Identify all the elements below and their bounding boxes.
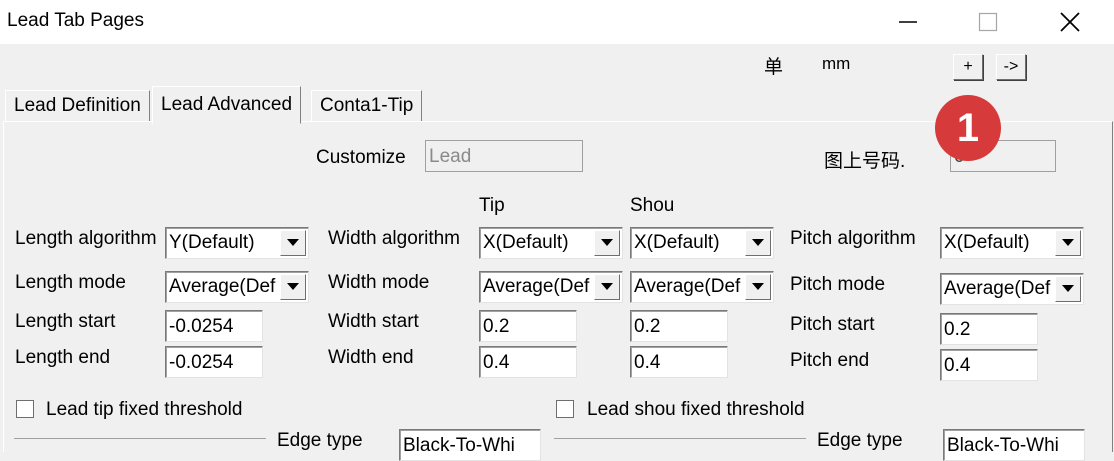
chevron-down-icon[interactable] <box>594 230 620 256</box>
edge-type-left-label: Edge type <box>277 430 363 451</box>
title-bar <box>0 0 1114 44</box>
length-mode-select[interactable]: Average(Def <box>165 271 309 303</box>
group-divider <box>554 438 806 439</box>
chevron-down-icon[interactable] <box>594 274 620 300</box>
width-start-label: Width start <box>328 311 419 332</box>
next-button[interactable]: -> <box>996 54 1026 80</box>
width-mode-shou-select[interactable]: Average(Def <box>630 271 774 303</box>
length-start-label: Length start <box>15 311 116 332</box>
tab-label: Lead Advanced <box>161 94 293 115</box>
tab-label: Lead Definition <box>14 95 141 116</box>
chevron-down-icon[interactable] <box>1055 276 1081 302</box>
pitch-start-input[interactable]: 0.2 <box>940 313 1038 345</box>
close-icon <box>1060 12 1080 32</box>
figure-number-label: 图上号码. <box>824 151 906 172</box>
select-value: Average(Def <box>483 276 590 297</box>
select-value: Y(Default) <box>169 232 255 253</box>
customize-field: Lead <box>425 140 583 172</box>
pitch-mode-label: Pitch mode <box>790 274 886 295</box>
select-value: X(Default) <box>634 232 720 253</box>
pitch-end-input[interactable]: 0.4 <box>940 349 1038 381</box>
length-algorithm-select[interactable]: Y(Default) <box>165 227 309 259</box>
maximize-button[interactable] <box>958 0 1018 44</box>
width-start-tip-input[interactable]: 0.2 <box>479 310 577 342</box>
edge-type-right-select[interactable]: Black-To-Whi <box>943 429 1085 461</box>
maximize-icon <box>978 12 998 32</box>
length-algorithm-label: Length algorithm <box>15 228 157 249</box>
units-label: 单 <box>764 57 784 78</box>
select-value: Average(Def <box>634 276 741 297</box>
width-mode-tip-select[interactable]: Average(Def <box>479 271 623 303</box>
edge-type-left-select[interactable]: Black-To-Whi <box>399 429 541 461</box>
minimize-icon <box>899 21 917 23</box>
width-start-shou-input[interactable]: 0.2 <box>630 310 728 342</box>
tab-conta1-tip[interactable]: Conta1-Tip <box>311 90 423 121</box>
width-end-shou-input[interactable]: 0.4 <box>630 346 728 378</box>
shou-column-header: Shou <box>630 195 675 216</box>
length-mode-label: Length mode <box>15 272 126 293</box>
step-badge: 1 <box>935 95 1001 161</box>
group-divider <box>14 438 266 439</box>
width-end-label: Width end <box>328 347 414 368</box>
chevron-down-icon[interactable] <box>280 274 306 300</box>
tab-lead-advanced[interactable]: Lead Advanced <box>152 86 302 124</box>
select-value: X(Default) <box>483 232 569 253</box>
width-end-tip-input[interactable]: 0.4 <box>479 346 577 378</box>
select-value: Average(Def <box>944 278 1051 299</box>
units-value: mm <box>822 54 851 73</box>
add-button[interactable]: + <box>953 54 983 80</box>
tab-label: Conta1-Tip <box>320 95 414 116</box>
length-start-input[interactable]: -0.0254 <box>165 310 263 342</box>
lead-tip-threshold-checkbox[interactable] <box>16 400 34 418</box>
select-value: X(Default) <box>944 232 1030 253</box>
close-button[interactable] <box>1040 0 1100 44</box>
lead-shou-threshold-checkbox[interactable] <box>556 400 574 418</box>
pitch-algorithm-label: Pitch algorithm <box>790 228 916 249</box>
pitch-start-label: Pitch start <box>790 314 875 335</box>
pitch-mode-select[interactable]: Average(Def <box>940 273 1084 305</box>
width-algorithm-shou-select[interactable]: X(Default) <box>630 227 774 259</box>
tab-lead-definition[interactable]: Lead Definition <box>5 90 150 121</box>
minimize-button[interactable] <box>878 0 938 44</box>
chevron-down-icon[interactable] <box>745 230 771 256</box>
lead-shou-threshold-label: Lead shou fixed threshold <box>587 399 805 420</box>
lead-tip-threshold-label: Lead tip fixed threshold <box>46 399 243 420</box>
pitch-algorithm-select[interactable]: X(Default) <box>940 227 1084 259</box>
select-value: Average(Def <box>169 276 276 297</box>
chevron-down-icon[interactable] <box>1055 230 1081 256</box>
chevron-down-icon[interactable] <box>745 274 771 300</box>
length-end-input[interactable]: -0.0254 <box>165 346 263 378</box>
width-mode-label: Width mode <box>328 272 430 293</box>
edge-type-right-label: Edge type <box>817 430 903 451</box>
pitch-end-label: Pitch end <box>790 350 870 371</box>
width-algorithm-label: Width algorithm <box>328 228 460 249</box>
length-end-label: Length end <box>15 347 111 368</box>
window-title: Lead Tab Pages <box>7 10 144 31</box>
width-algorithm-tip-select[interactable]: X(Default) <box>479 227 623 259</box>
customize-label: Customize <box>316 147 406 168</box>
tip-column-header: Tip <box>479 195 505 216</box>
chevron-down-icon[interactable] <box>280 230 306 256</box>
